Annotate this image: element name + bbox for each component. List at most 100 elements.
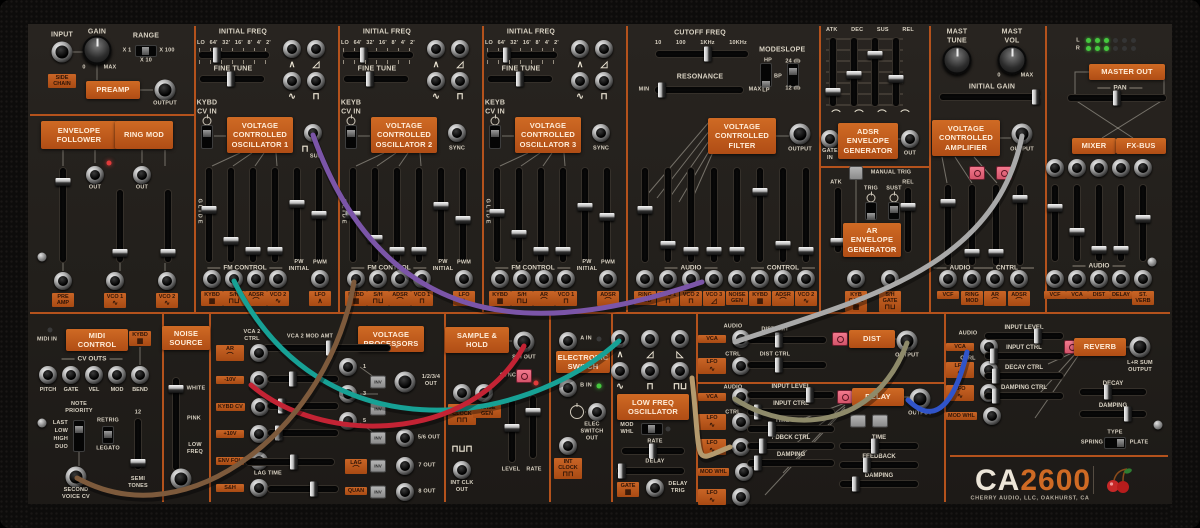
slider-thumb[interactable] (806, 388, 814, 403)
slider-thumb[interactable] (661, 241, 676, 249)
vco3-slider[interactable] (582, 168, 588, 262)
fm-jack[interactable] (413, 270, 431, 288)
vco3-slider[interactable] (560, 168, 566, 262)
wave-jack[interactable] (595, 72, 613, 90)
vco3-cv-switch[interactable] (489, 125, 501, 149)
adsr-slider[interactable] (872, 38, 878, 106)
inv-button-5[interactable]: INV (370, 486, 386, 499)
slider-thumb[interactable] (1034, 329, 1042, 344)
gate-tag[interactable]: GATE▦ (617, 482, 639, 497)
vco1-slider[interactable] (228, 168, 234, 262)
vcf-slider[interactable] (803, 168, 809, 262)
mixer-jack[interactable] (1112, 159, 1130, 177)
slider-thumb[interactable] (246, 247, 261, 255)
delay-input-jack[interactable] (732, 488, 750, 506)
reverb-input-jack[interactable] (983, 407, 1001, 425)
slider-thumb[interactable] (412, 247, 427, 255)
sh-source-jack[interactable] (475, 384, 493, 402)
vco2-sync-jack[interactable] (448, 124, 466, 142)
slider-thumb[interactable] (227, 72, 235, 87)
slider-thumb[interactable] (704, 47, 712, 62)
sync-button[interactable] (516, 369, 532, 383)
gate-jack[interactable] (881, 270, 899, 288)
vco1-fine-tune-slider[interactable] (200, 76, 264, 82)
reverb-slider[interactable] (985, 373, 1063, 379)
es-int-clock-jack[interactable] (559, 437, 577, 455)
cv-jack[interactable] (39, 366, 57, 384)
slider-thumb[interactable] (202, 206, 217, 214)
vcf-slider[interactable] (757, 168, 763, 262)
vca-slider[interactable] (993, 185, 999, 265)
semitones-slider[interactable] (135, 419, 141, 469)
audio-jack[interactable] (728, 270, 746, 288)
vproc-mid-jack[interactable] (339, 385, 357, 403)
cv-jack[interactable] (131, 366, 149, 384)
reverb-slider[interactable] (985, 333, 1063, 339)
wave-jack[interactable] (595, 40, 613, 58)
ar-atk-slider[interactable] (835, 188, 841, 252)
sh-clock-in-jack[interactable] (453, 384, 471, 402)
slider-thumb[interactable] (600, 213, 615, 221)
vca-lin-button-1[interactable] (969, 166, 985, 180)
vproc-input-jack[interactable] (250, 371, 268, 389)
reverb-slider[interactable] (985, 393, 1063, 399)
slider-thumb[interactable] (1113, 91, 1121, 106)
vcf-slider[interactable] (688, 168, 694, 262)
slider-thumb[interactable] (490, 209, 505, 217)
slider-thumb[interactable] (707, 247, 722, 255)
vco2-slider[interactable] (416, 168, 422, 262)
vca-output-jack[interactable] (1012, 124, 1033, 145)
fm-jack[interactable] (513, 270, 531, 288)
delay-slider[interactable] (840, 462, 918, 468)
adsr-slider[interactable] (830, 38, 836, 106)
slider-thumb[interactable] (649, 444, 657, 459)
slider-thumb[interactable] (1114, 246, 1129, 254)
slider-thumb[interactable] (289, 372, 297, 387)
wave-jack[interactable] (611, 330, 629, 348)
trig-switch[interactable] (865, 202, 877, 220)
slider-thumb[interactable] (684, 247, 699, 255)
slider-thumb[interactable] (989, 249, 1004, 257)
slider-thumb[interactable] (775, 358, 783, 373)
preamp-input-jack[interactable] (52, 42, 73, 63)
slider-thumb[interactable] (1136, 215, 1151, 223)
mode-switch[interactable] (760, 63, 772, 87)
control-jack[interactable] (797, 270, 815, 288)
vco3-slider[interactable] (494, 168, 500, 262)
wave-jack[interactable] (427, 72, 445, 90)
mixer-jack[interactable] (1134, 159, 1152, 177)
slider-thumb[interactable] (965, 249, 980, 257)
slider-thumb[interactable] (799, 247, 814, 255)
fm-jack[interactable] (557, 270, 575, 288)
wave-jack[interactable] (571, 72, 589, 90)
mast-tune-knob[interactable] (943, 46, 972, 75)
source-jack[interactable] (1134, 270, 1152, 288)
mixer-slider[interactable] (1096, 185, 1102, 261)
control-jack[interactable] (751, 270, 769, 288)
inv-button-3[interactable]: INV (370, 432, 386, 445)
slider-thumb[interactable] (941, 199, 956, 207)
delay-slider[interactable] (748, 392, 834, 398)
resonance-slider[interactable] (655, 87, 743, 93)
slider-thumb[interactable] (901, 203, 916, 211)
delay-output-jack[interactable] (910, 389, 931, 410)
lfo-rate-slider[interactable] (622, 448, 684, 454)
cv-jack[interactable] (62, 366, 80, 384)
out-1234-jack[interactable] (395, 372, 416, 393)
slider-thumb[interactable] (290, 200, 305, 208)
pwm-jack[interactable] (455, 270, 473, 288)
delay-slider[interactable] (748, 443, 834, 449)
slider-thumb[interactable] (754, 405, 762, 420)
audio-jack[interactable] (636, 270, 654, 288)
wave-jack[interactable] (451, 40, 469, 58)
slider-thumb[interactable] (863, 458, 871, 473)
vca-slider[interactable] (1017, 185, 1023, 265)
int-clk-out-jack[interactable] (453, 461, 471, 479)
slider-thumb[interactable] (826, 88, 841, 96)
audio-jack[interactable] (682, 270, 700, 288)
wave-jack[interactable] (307, 40, 325, 58)
slider-thumb[interactable] (775, 333, 783, 348)
fm-jack[interactable] (225, 270, 243, 288)
slider-thumb[interactable] (759, 439, 767, 454)
slider-thumb[interactable] (113, 249, 128, 257)
